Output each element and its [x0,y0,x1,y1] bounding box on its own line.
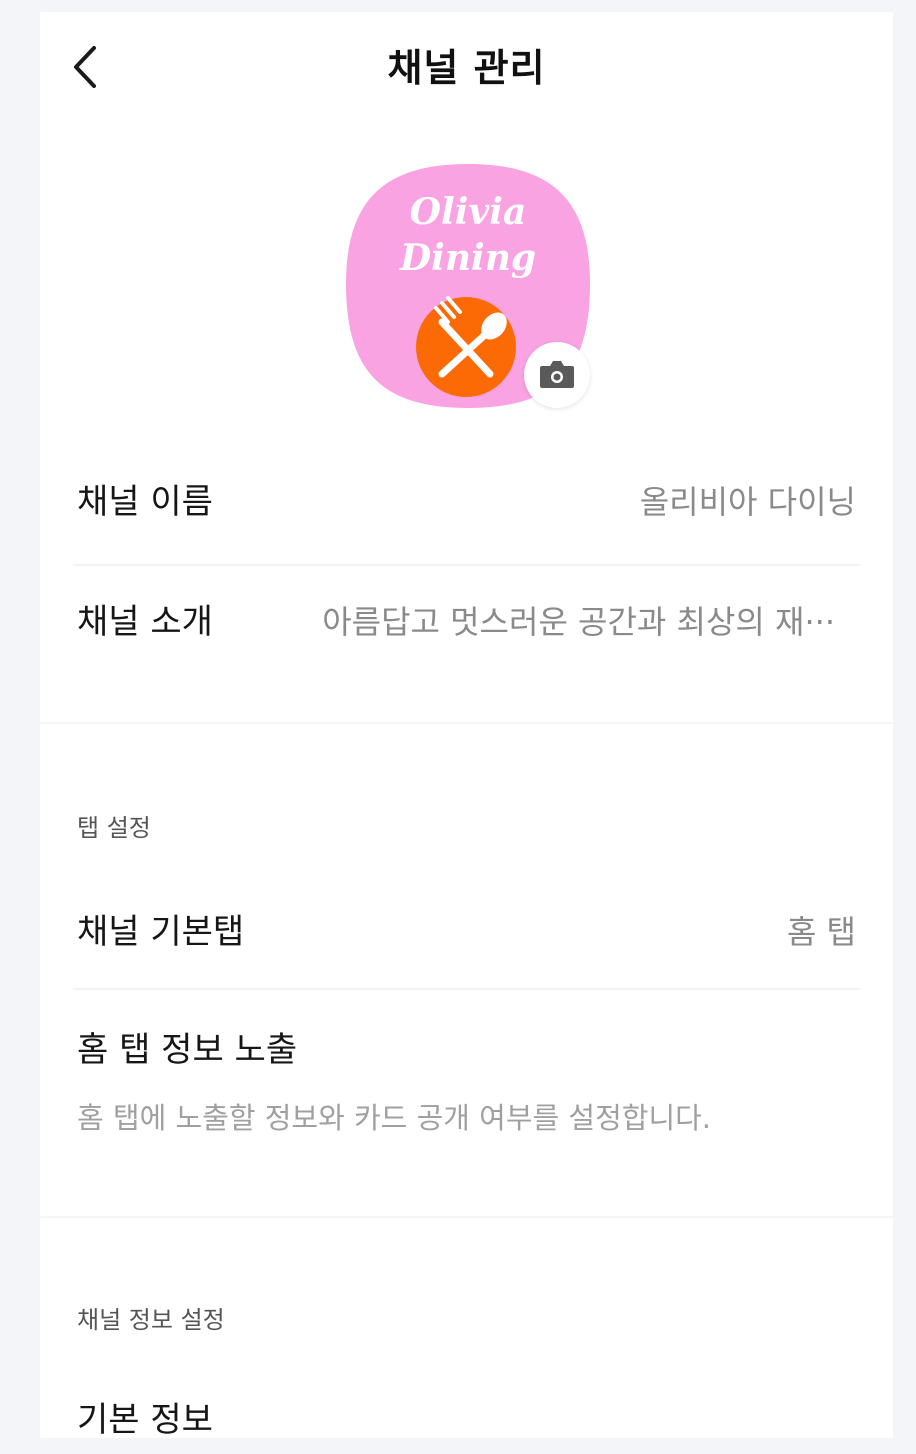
default-tab-value: 홈 탭 [786,913,856,951]
logo-text-line2: Dining [399,237,536,279]
divider [73,988,860,990]
camera-icon [540,361,574,388]
channel-name-value: 올리비아 다이닝 [639,483,856,521]
divider [73,564,860,566]
channel-intro-value: 아름답고 멋스러운 공간과 최상의 재··· [322,603,835,641]
channel-intro-row[interactable]: 채널 소개 아름답고 멋스러운 공간과 최상의 재··· [40,592,893,652]
page-title: 채널 관리 [387,46,546,90]
section-title-tab-settings: 탭 설정 [77,814,151,842]
channel-info-settings-card: 채널 정보 설정 기본 정보 [40,1218,893,1440]
home-tab-info-row[interactable]: 홈 탭 정보 노출 홈 탭에 노출할 정보와 카드 공개 여부를 설정합니다. [40,1020,893,1140]
default-tab-label: 채널 기본탭 [77,912,245,952]
change-photo-button[interactable] [524,342,590,408]
top-bar: 채널 관리 [40,12,893,122]
channel-intro-label: 채널 소개 [77,602,213,642]
basic-info-row[interactable]: 기본 정보 [40,1394,893,1454]
profile-image[interactable]: Olivia Dining [344,162,592,410]
section-title-channel-info: 채널 정보 설정 [77,1306,225,1334]
home-tab-info-label: 홈 탭 정보 노출 [77,1030,298,1070]
home-tab-info-description: 홈 탭에 노출할 정보와 카드 공개 여부를 설정합니다. [77,1101,712,1135]
default-tab-row[interactable]: 채널 기본탭 홈 탭 [40,902,893,962]
tab-settings-card: 탭 설정 채널 기본탭 홈 탭 홈 탭 정보 노출 홈 탭에 노출할 정보와 카… [40,724,893,1216]
channel-settings-card: 채널 관리 Olivia Dining 채널 이름 올리비아 다이닝 채널 소개… [40,12,893,722]
basic-info-label: 기본 정보 [77,1400,213,1440]
channel-name-label: 채널 이름 [77,482,213,522]
channel-name-row[interactable]: 채널 이름 올리비아 다이닝 [40,472,893,532]
logo-text-line1: Olivia [410,191,527,233]
